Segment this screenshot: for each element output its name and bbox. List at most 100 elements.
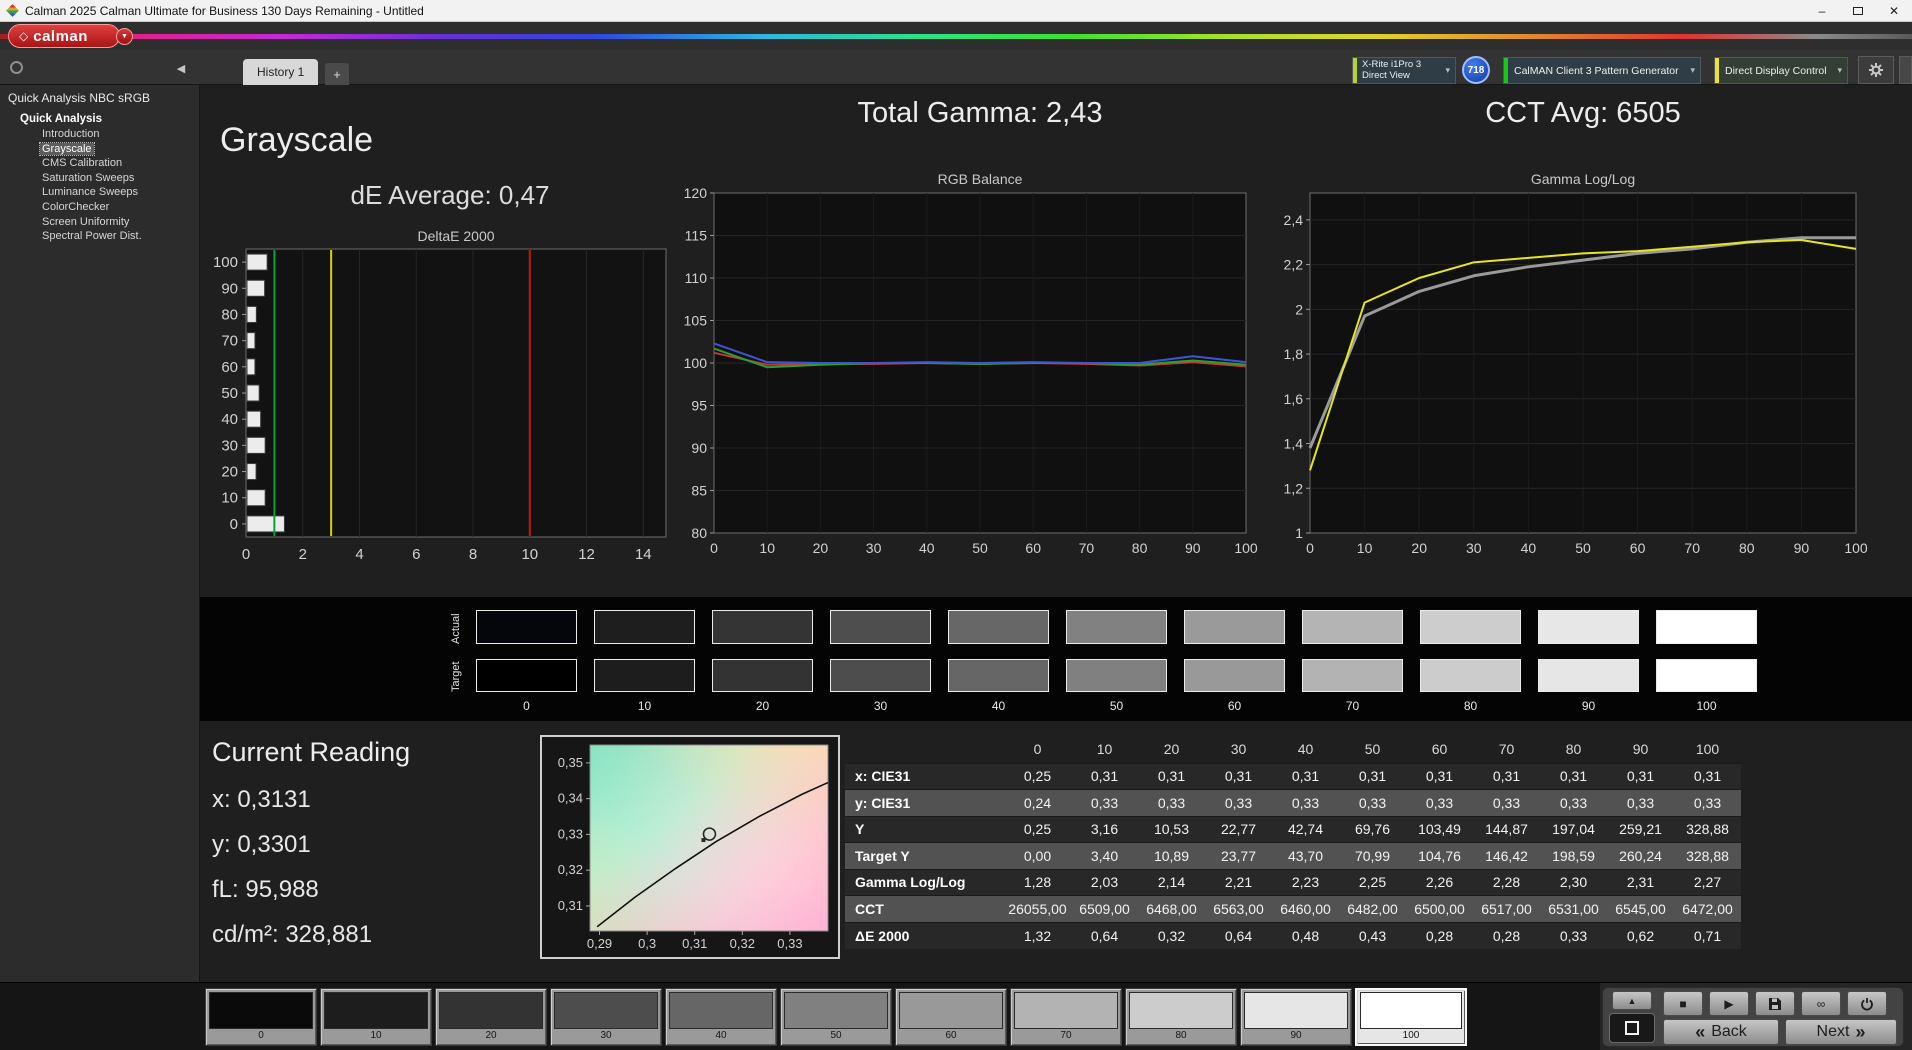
- swatch-column-40: 40: [948, 610, 1049, 713]
- actual-swatch-80: [1420, 610, 1521, 644]
- sidebar-item-grayscale[interactable]: Grayscale: [0, 142, 199, 157]
- sidebar-item-screen-uniformity[interactable]: Screen Uniformity: [0, 215, 199, 230]
- sidebar-item-cms-calibration[interactable]: CMS Calibration: [0, 156, 199, 171]
- stop-button[interactable]: ■: [1663, 991, 1703, 1016]
- rainbow-gradient: [0, 34, 1912, 39]
- sidebar-item-introduction[interactable]: Introduction: [0, 127, 199, 142]
- pattern-generator-label: CalMAN Client 3 Pattern Generator: [1508, 65, 1679, 77]
- swatch-column-30: 30: [830, 610, 931, 713]
- maximize-button[interactable]: [1840, 0, 1876, 21]
- back-button[interactable]: « Back: [1663, 1019, 1779, 1045]
- next-button[interactable]: Next »: [1785, 1019, 1897, 1045]
- toolbar-edge-button[interactable]: [1899, 56, 1912, 84]
- row-label: y: CIE31: [845, 790, 1004, 817]
- power-button[interactable]: [1847, 991, 1887, 1016]
- svg-text:2: 2: [299, 546, 307, 563]
- table-cell: 23,77: [1205, 843, 1272, 870]
- table-col-header-40: 40: [1272, 735, 1339, 763]
- table-cell: 197,04: [1540, 816, 1607, 843]
- page-title: Grayscale: [220, 121, 373, 160]
- svg-text:50: 50: [221, 385, 238, 402]
- expand-up-button[interactable]: ▲: [1612, 991, 1652, 1010]
- transport-top-row: ■ ▶ ∞: [1663, 991, 1899, 1016]
- table-cell: 146,42: [1473, 843, 1540, 870]
- pattern-level-buttons: 010 20 3040506070 80 90100: [205, 988, 1467, 1046]
- table-cell: 104,76: [1406, 843, 1473, 870]
- table-cell: 0,31: [1540, 763, 1607, 790]
- record-circle-icon[interactable]: [10, 61, 23, 74]
- table-cell: 260,24: [1607, 843, 1674, 870]
- pattern-level-button-80[interactable]: 80: [1125, 988, 1237, 1046]
- svg-text:70: 70: [1684, 540, 1700, 556]
- pattern-level-label: 20: [439, 1029, 543, 1043]
- next-chevrons-icon: »: [1855, 1022, 1865, 1043]
- table-cell: 70,99: [1339, 843, 1406, 870]
- sidebar-collapse-button[interactable]: ◀: [172, 59, 190, 77]
- swatch-level-label: 90: [1538, 699, 1639, 713]
- table-cell: 6517,00: [1473, 896, 1540, 923]
- pattern-level-button-50[interactable]: 50: [780, 988, 892, 1046]
- minimize-button[interactable]: –: [1804, 0, 1840, 21]
- swatch-level-label: 70: [1302, 699, 1403, 713]
- svg-text:0,32: 0,32: [558, 862, 583, 877]
- meter-dropdown[interactable]: X-Rite i1Pro 3 Direct View ▾: [1352, 57, 1456, 84]
- new-tab-button[interactable]: +: [325, 63, 349, 85]
- pattern-level-button-90[interactable]: 90: [1240, 988, 1352, 1046]
- pattern-window-button[interactable]: [1609, 1013, 1655, 1043]
- pattern-generator-dropdown[interactable]: CalMAN Client 3 Pattern Generator ▾: [1503, 57, 1701, 84]
- measurement-table: 0102030405060708090100x: CIE310,250,310,…: [845, 735, 1741, 949]
- tab-history-1[interactable]: History 1: [243, 59, 318, 85]
- svg-text:30: 30: [866, 540, 882, 556]
- pattern-level-label: 80: [1129, 1029, 1233, 1043]
- table-header-row: 0102030405060708090100: [845, 735, 1741, 763]
- sidebar-item-saturation-sweeps[interactable]: Saturation Sweeps: [0, 171, 199, 186]
- table-cell: 0,31: [1473, 763, 1540, 790]
- meter-badge[interactable]: 718: [1462, 56, 1490, 84]
- reading-cdm2: cd/m²: 328,881: [212, 921, 410, 949]
- table-cell: 0,31: [1674, 763, 1741, 790]
- badge-value: 718: [1468, 65, 1485, 76]
- sidebar-item-label: ColorChecker: [40, 201, 111, 213]
- display-control-dropdown[interactable]: Direct Display Control ▾: [1714, 57, 1848, 84]
- sidebar-item-spectral-power-dist-[interactable]: Spectral Power Dist.: [0, 229, 199, 244]
- pattern-level-button-40[interactable]: 40: [665, 988, 777, 1046]
- table-col-header-50: 50: [1339, 735, 1406, 763]
- pattern-level-button-100[interactable]: 100: [1355, 988, 1467, 1046]
- calman-menu-caret[interactable]: ▼: [116, 28, 133, 45]
- sidebar-item-luminance-sweeps[interactable]: Luminance Sweeps: [0, 185, 199, 200]
- sidebar-item-colorchecker[interactable]: ColorChecker: [0, 200, 199, 215]
- pattern-level-button-70[interactable]: 70: [1010, 988, 1122, 1046]
- transport-right-column: ■ ▶ ∞: [1663, 991, 1899, 1043]
- pattern-level-button-20[interactable]: 20: [435, 988, 547, 1046]
- table-cell: 42,74: [1272, 816, 1339, 843]
- maximize-icon: [1853, 7, 1863, 15]
- pattern-level-button-0[interactable]: 0: [205, 988, 317, 1046]
- meter-name: X-Rite i1Pro 3 Direct View: [1357, 60, 1421, 81]
- svg-text:0: 0: [230, 516, 238, 533]
- svg-text:110: 110: [685, 270, 708, 286]
- save-button[interactable]: [1755, 991, 1795, 1016]
- settings-button[interactable]: [1858, 56, 1894, 84]
- pattern-level-button-30[interactable]: 30: [550, 988, 662, 1046]
- transport-left-column: ▲: [1607, 991, 1657, 1043]
- swatch-column-100: 100: [1656, 610, 1757, 713]
- table-cell: 0,31: [1071, 763, 1138, 790]
- close-button[interactable]: ✕: [1876, 0, 1912, 21]
- table-cell: 0,33: [1540, 790, 1607, 817]
- target-swatch-40: [948, 659, 1049, 692]
- gamma-loglog-line-chart: 11,21,41,61,822,22,401020304050607080901…: [1270, 185, 1870, 563]
- svg-text:0: 0: [242, 546, 250, 563]
- sidebar-root-quick-analysis[interactable]: Quick Analysis: [0, 113, 199, 125]
- cie-chromaticity-panel: 0,290,30,310,320,330,310,320,330,340,35: [540, 735, 840, 959]
- pattern-level-button-60[interactable]: 60: [895, 988, 1007, 1046]
- link-button[interactable]: ∞: [1801, 991, 1841, 1016]
- target-swatch-100: [1656, 659, 1757, 692]
- target-row-label: Target: [450, 659, 462, 692]
- pattern-level-button-10[interactable]: 10: [320, 988, 432, 1046]
- svg-text:0,29: 0,29: [587, 936, 612, 951]
- table-cell: 6500,00: [1406, 896, 1473, 923]
- calman-menu-button[interactable]: ◇ calman: [8, 24, 120, 48]
- svg-text:80: 80: [221, 306, 238, 323]
- play-button[interactable]: ▶: [1709, 991, 1749, 1016]
- swatch-column-80: 80: [1420, 610, 1521, 713]
